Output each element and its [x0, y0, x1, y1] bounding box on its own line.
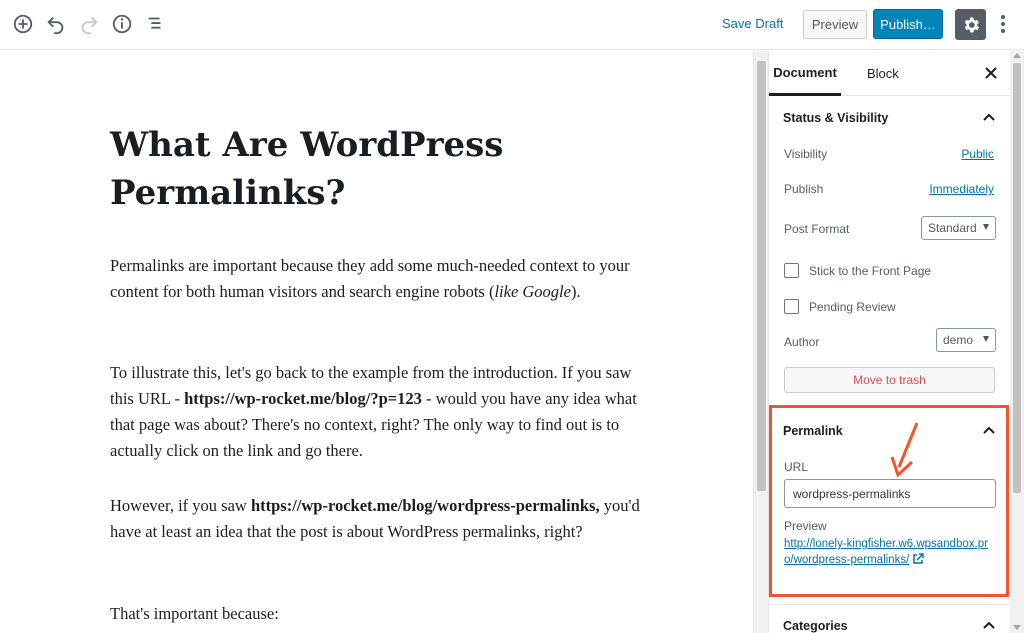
author-label: Author	[784, 335, 820, 349]
paragraph-block[interactable]: However, if you saw https://wp-rocket.me…	[110, 493, 640, 545]
paragraph-bold: https://wp-rocket.me/blog/wordpress-perm…	[250, 496, 600, 515]
chevron-up-icon	[983, 621, 995, 629]
paragraph-block[interactable]: Permalinks are important because they ad…	[110, 253, 640, 305]
redo-icon[interactable]	[77, 12, 101, 36]
select-value: demo	[943, 333, 974, 347]
sidebar-scrollbar[interactable]	[1010, 51, 1024, 633]
paragraph-block[interactable]: That's important because:	[110, 601, 640, 627]
block-navigation-icon[interactable]	[143, 12, 167, 36]
tab-document[interactable]: Document	[769, 51, 841, 96]
move-to-trash-button[interactable]: Move to trash	[784, 367, 995, 393]
close-sidebar-button[interactable]	[981, 63, 1001, 83]
scrollbar-thumb[interactable]	[757, 61, 766, 491]
chevron-up-icon	[983, 426, 995, 434]
add-block-icon[interactable]	[11, 12, 35, 36]
publish-button[interactable]: Publish…	[873, 9, 943, 39]
scrollbar-thumb[interactable]	[1013, 63, 1021, 493]
post-title[interactable]: What Are WordPress Permalinks?	[110, 121, 630, 217]
preview-button[interactable]: Preview	[803, 10, 867, 39]
preview-url-text: http://lonely-kingfisher.w6.wpsandbox.pr…	[784, 538, 988, 566]
permalink-preview-link[interactable]: http://lonely-kingfisher.w6.wpsandbox.pr…	[784, 536, 996, 568]
sticky-label: Stick to the Front Page	[809, 264, 932, 278]
undo-icon[interactable]	[44, 12, 68, 36]
close-icon	[985, 67, 997, 79]
publish-date-toggle[interactable]: Immediately	[929, 182, 994, 196]
gear-icon	[964, 17, 979, 32]
sidebar-tabs: Document Block	[769, 51, 1010, 96]
more-vertical-icon	[1001, 15, 1005, 33]
caret-down-icon	[983, 336, 989, 342]
editor-scrollbar[interactable]	[753, 51, 768, 633]
post-format-label: Post Format	[784, 222, 850, 236]
paragraph-block[interactable]: To illustrate this, let's go back to the…	[110, 360, 640, 464]
pending-review-checkbox[interactable]	[784, 299, 799, 314]
url-label: URL	[784, 460, 809, 474]
panel-title: Permalink	[783, 424, 843, 438]
preview-label: Preview	[784, 519, 827, 533]
panel-title: Status & Visibility	[783, 111, 889, 125]
more-options-button[interactable]	[995, 12, 1011, 36]
scroll-up-arrow-icon[interactable]	[1013, 53, 1021, 58]
chevron-up-icon	[983, 113, 995, 121]
paragraph-italic: like Google	[494, 282, 571, 301]
pending-review-label: Pending Review	[809, 300, 896, 314]
sticky-checkbox[interactable]	[784, 263, 799, 278]
settings-sidebar: Document Block Status & Visibility Visib…	[768, 51, 1010, 633]
author-select[interactable]: demo	[936, 328, 996, 352]
annotation-arrow-icon	[890, 422, 919, 478]
info-icon[interactable]	[110, 12, 134, 36]
paragraph-text: ).	[570, 282, 581, 301]
save-draft-button[interactable]: Save Draft	[722, 16, 783, 31]
external-link-icon	[913, 553, 925, 564]
paragraph-bold: https://wp-rocket.me/blog/?p=123	[184, 389, 422, 408]
categories-panel-toggle[interactable]: Categories	[769, 604, 1010, 633]
caret-down-icon	[983, 224, 989, 230]
panel-title: Categories	[783, 619, 848, 633]
tab-block[interactable]: Block	[867, 51, 899, 96]
visibility-label: Visibility	[784, 147, 828, 161]
visibility-toggle[interactable]: Public	[961, 147, 994, 161]
post-format-select[interactable]: Standard	[921, 216, 996, 240]
editor-toolbar: Save Draft Preview Publish…	[0, 0, 1024, 50]
settings-button[interactable]	[955, 9, 986, 40]
status-visibility-panel-toggle[interactable]: Status & Visibility	[769, 96, 1010, 141]
editor-canvas: What Are WordPress Permalinks? Permalink…	[0, 51, 753, 633]
permalink-url-input[interactable]: wordpress-permalinks	[784, 479, 996, 508]
select-value: Standard	[928, 221, 977, 235]
paragraph-text: However, if you saw	[110, 496, 251, 515]
scroll-down-arrow-icon[interactable]	[1013, 625, 1021, 630]
publish-label: Publish	[784, 182, 824, 196]
